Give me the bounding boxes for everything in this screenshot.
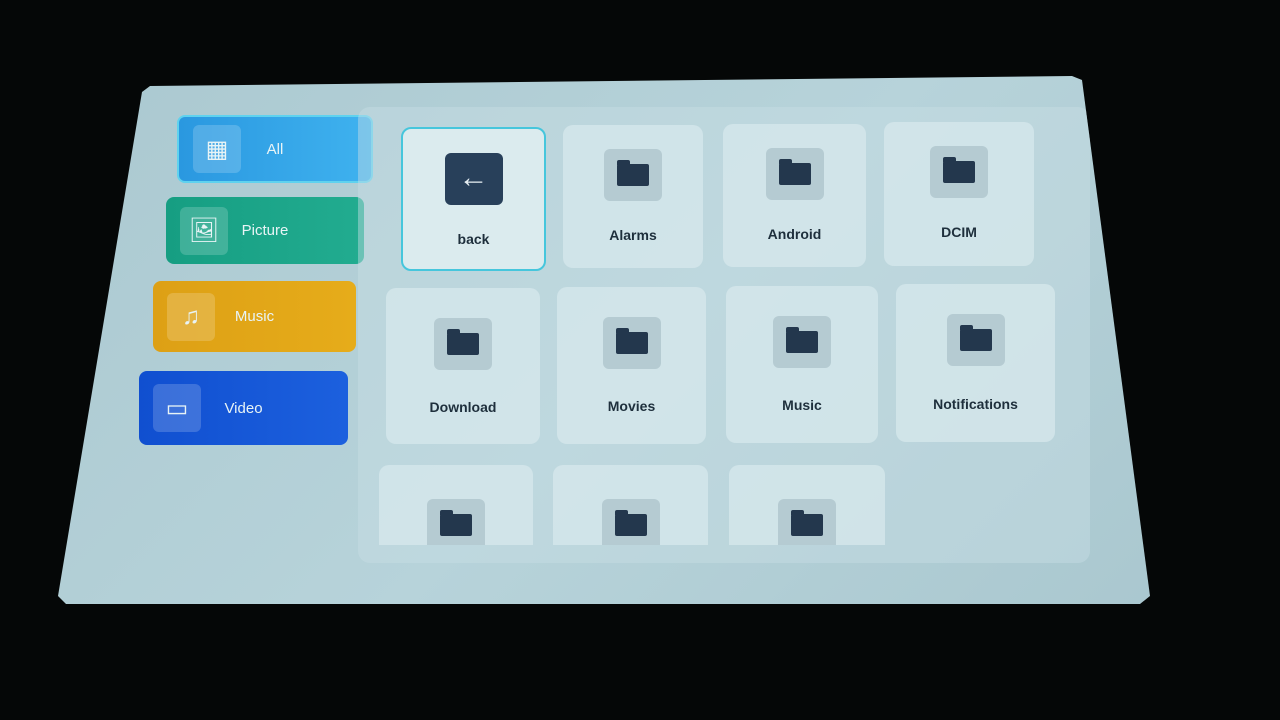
folder-icon [602,317,661,369]
folder-icon [765,148,824,200]
sidebar-item-music[interactable]: ♫ Music [153,281,356,352]
tile-label: Download [429,399,497,415]
back-tile[interactable]: ← back [401,127,546,271]
sidebar-item-label: Picture [241,222,289,239]
folder-icon [930,146,988,198]
folder-icon [604,149,662,201]
sidebar-item-all[interactable]: ▦ All [177,115,373,183]
folder-icon [946,314,1005,366]
tile-label: Android [767,226,822,242]
tile-label: Notifications [933,396,1018,412]
folder-tile[interactable] [553,465,708,545]
folder-icon [427,499,485,545]
folder-icon [773,316,831,368]
sidebar-item-label: Video [224,399,263,417]
tile-label: Alarms [609,227,657,243]
folder-tile-download[interactable]: Download [386,288,540,444]
folder-tile[interactable] [729,465,885,545]
tile-label: Music [782,397,822,413]
folder-tile-alarms[interactable]: Alarms [563,125,703,268]
back-arrow-icon: ← [444,153,503,205]
folder-icon [434,318,492,370]
tile-label: Movies [607,398,656,414]
tile-label: back [457,231,490,247]
folder-tile-android[interactable]: Android [723,124,866,267]
folder-tile[interactable] [379,465,533,545]
sidebar-item-picture[interactable]: 🖼 Picture [166,197,364,264]
sidebar-item-label: All [266,140,284,158]
file-manager-screen: ▦ All 🖼 Picture ♫ Music ▭ Video ← back Alarm… [58,76,1150,604]
tile-label: DCIM [941,224,977,240]
folder-tile-music[interactable]: Music [726,286,878,443]
folder-tile-dcim[interactable]: DCIM [884,122,1034,266]
sidebar-item-video[interactable]: ▭ Video [139,371,348,445]
folder-tile-movies[interactable]: Movies [557,287,706,444]
folder-icon [601,499,660,545]
folder-icon [778,499,836,545]
sidebar-item-label: Music [234,308,275,325]
folder-tile-notifications[interactable]: Notifications [896,284,1055,442]
